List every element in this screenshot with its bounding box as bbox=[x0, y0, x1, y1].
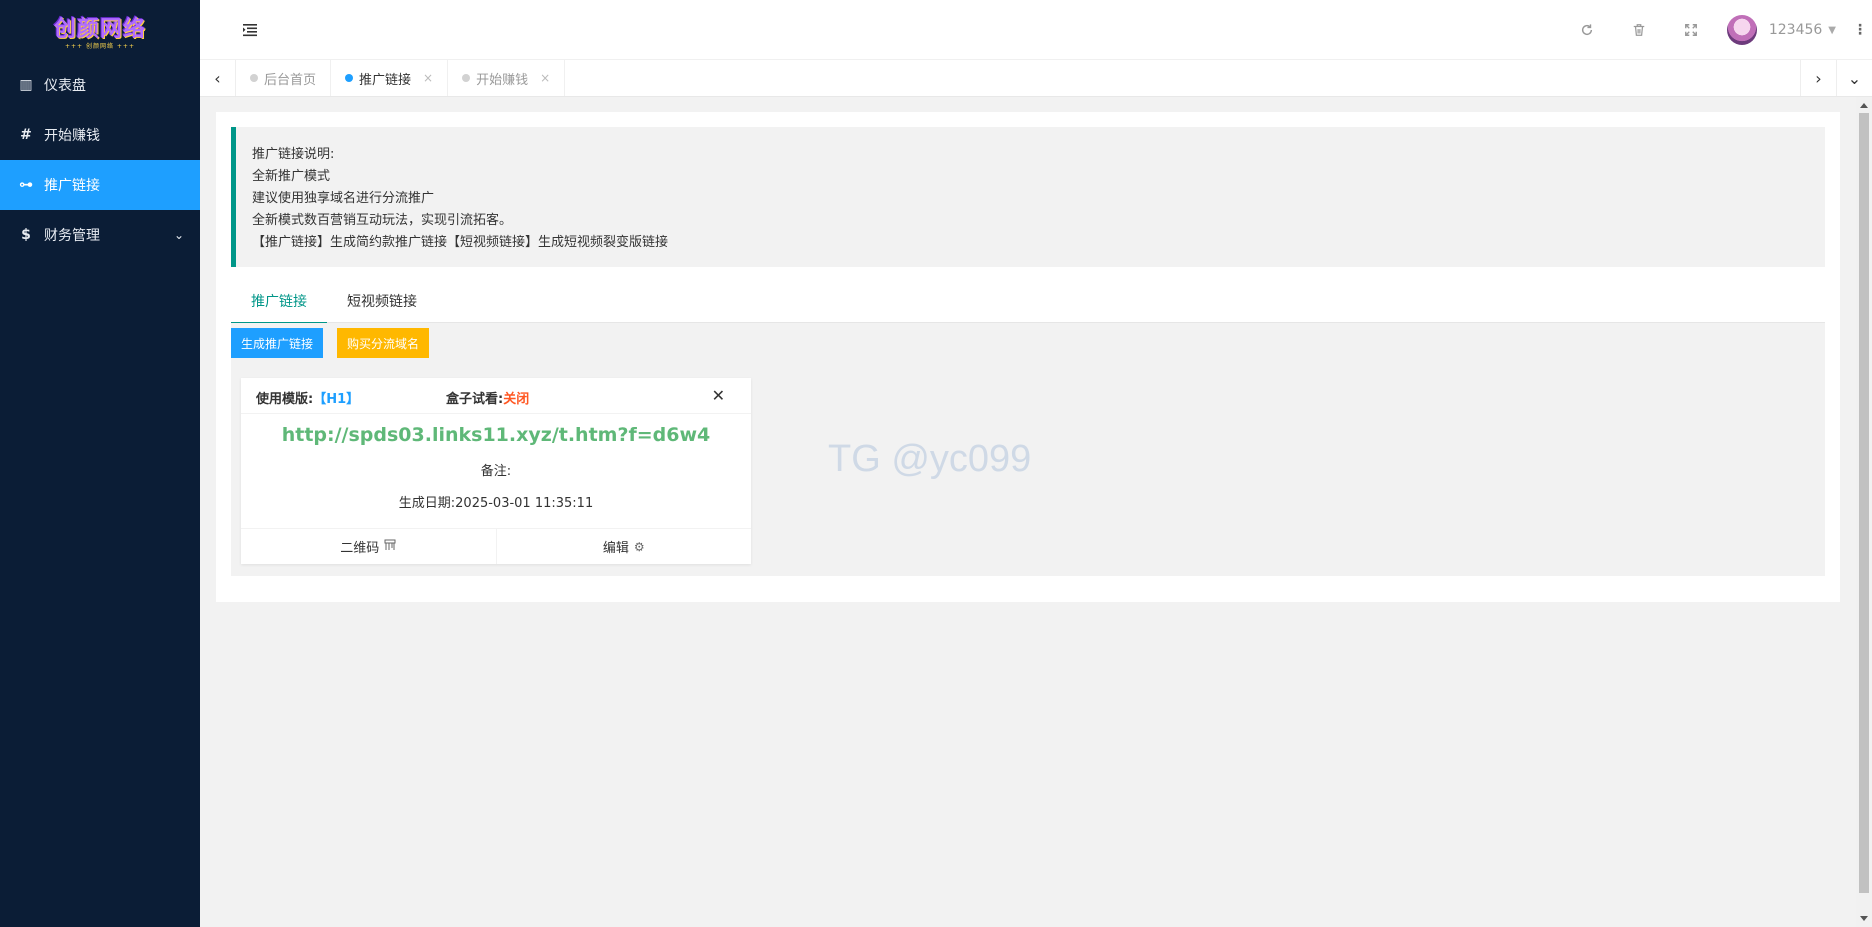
menu-toggle-icon[interactable] bbox=[240, 20, 260, 40]
logo-title: 创颜网络 bbox=[53, 15, 146, 42]
avatar bbox=[1726, 15, 1757, 45]
close-icon[interactable]: × bbox=[540, 71, 550, 85]
sidebar-item-start-earning[interactable]: # 开始赚钱 bbox=[0, 110, 200, 160]
logo-subtitle: +++ 创颜网络 +++ bbox=[65, 42, 135, 50]
template-info: 使用模版:【H1】 bbox=[256, 388, 359, 407]
box-preview-status: 关闭 bbox=[503, 392, 530, 407]
remark-label: 备注: bbox=[480, 464, 512, 479]
main-content: 推广链接说明: 全新推广模式 建议使用独享域名进行分流推广 全新模式数百营销互动… bbox=[216, 112, 1840, 602]
template-value: 【H1】 bbox=[313, 392, 360, 407]
tab-label: 后台首页 bbox=[264, 72, 317, 88]
tab-dot bbox=[345, 74, 354, 82]
page-tab-promo-links[interactable]: 推广链接 × bbox=[331, 60, 449, 96]
edit-button[interactable]: 编辑 ⚙ bbox=[495, 529, 752, 564]
user-menu[interactable]: 123456 ▼ bbox=[1717, 0, 1848, 60]
notice-box: 推广链接说明: 全新推广模式 建议使用独享域名进行分流推广 全新模式数百营销互动… bbox=[231, 127, 1825, 267]
gear-icon: ⚙ bbox=[633, 539, 645, 554]
chevron-down-icon: ⌄ bbox=[173, 228, 184, 242]
scroll-up-arrow-icon[interactable] bbox=[1860, 103, 1868, 108]
fullscreen-icon[interactable] bbox=[1665, 0, 1717, 60]
qr-code-button[interactable]: 二维码 bbox=[241, 529, 496, 564]
dollar-icon: $ bbox=[21, 227, 31, 243]
edit-label: 编辑 bbox=[602, 541, 629, 556]
sidebar-item-label: 推广链接 bbox=[44, 178, 100, 194]
notice-line: 全新模式数百营销互动玩法，实现引流拓客。 bbox=[252, 213, 513, 228]
page-tabs: 后台首页 推广链接 × 开始赚钱 × bbox=[236, 60, 566, 96]
sidebar-item-label: 开始赚钱 bbox=[44, 128, 100, 144]
sidebar-item-finance[interactable]: $ 财务管理 ⌄ bbox=[0, 210, 200, 260]
chevron-right-icon[interactable]: › bbox=[1800, 60, 1836, 96]
more-icon[interactable]: ⋮ bbox=[1848, 0, 1872, 60]
qr-code-label: 二维码 bbox=[340, 541, 380, 556]
sub-tabs: 推广链接 短视频链接 bbox=[231, 282, 1825, 324]
scroll-down-arrow-icon[interactable] bbox=[1860, 916, 1868, 921]
qr-code-icon bbox=[384, 539, 396, 554]
page-tab-home[interactable]: 后台首页 bbox=[236, 60, 332, 96]
sidebar: 创颜网络 +++ 创颜网络 +++ ▥ 仪表盘 # 开始赚钱 ⊶ 推广链接 $ … bbox=[0, 0, 200, 927]
notice-line: 建议使用独享域名进行分流推广 bbox=[252, 191, 435, 206]
page-tab-start-earning[interactable]: 开始赚钱 × bbox=[448, 60, 566, 96]
top-header: 123456 ▼ ⋮ bbox=[200, 0, 1872, 60]
box-preview-info: 盒子试看:关闭 bbox=[446, 388, 529, 407]
sidebar-item-dashboard[interactable]: ▥ 仪表盘 bbox=[0, 60, 200, 110]
sidebar-item-promo-links[interactable]: ⊶ 推广链接 bbox=[0, 160, 200, 210]
refresh-icon[interactable] bbox=[1561, 0, 1613, 60]
link-tabs-section: 推广链接 短视频链接 生成推广链接 购买分流域名 使用模版:【H1】 盒子试看:… bbox=[231, 282, 1825, 576]
tab-promo-links[interactable]: 推广链接 bbox=[231, 282, 327, 324]
sidebar-item-label: 仪表盘 bbox=[44, 78, 86, 94]
notice-line: 全新推广模式 bbox=[252, 169, 331, 184]
username: 123456 bbox=[1768, 22, 1823, 38]
box-preview-label: 盒子试看: bbox=[446, 392, 504, 407]
promo-link-url[interactable]: http://spds03.links11.xyz/t.htm?f=d6w4 bbox=[241, 424, 751, 446]
tab-dot bbox=[462, 74, 471, 82]
header-actions: 123456 ▼ ⋮ bbox=[1561, 0, 1872, 60]
close-icon[interactable]: ✕ bbox=[712, 386, 725, 405]
tab-label: 推广链接 bbox=[359, 72, 412, 88]
card-header: 使用模版:【H1】 盒子试看:关闭 ✕ bbox=[241, 378, 751, 414]
tab-label: 开始赚钱 bbox=[476, 72, 529, 88]
card-footer: 二维码 编辑 ⚙ bbox=[241, 528, 751, 564]
page-tab-bar: ‹ 后台首页 推广链接 × 开始赚钱 × › ⌄ bbox=[200, 60, 1872, 97]
building-icon: ▥ bbox=[19, 77, 33, 93]
generate-link-button[interactable]: 生成推广链接 bbox=[231, 328, 324, 358]
buy-domain-button[interactable]: 购买分流域名 bbox=[337, 328, 430, 358]
vertical-scrollbar[interactable] bbox=[1856, 97, 1872, 927]
tab-short-video-links[interactable]: 短视频链接 bbox=[327, 282, 437, 323]
generated-date: 生成日期:2025-03-01 11:35:11 bbox=[398, 496, 594, 511]
notice-line: 推广链接说明: bbox=[252, 147, 335, 162]
usb-icon: ⊶ bbox=[19, 177, 33, 193]
tab-dot bbox=[250, 74, 258, 82]
sidebar-nav: ▥ 仪表盘 # 开始赚钱 ⊶ 推广链接 $ 财务管理 ⌄ bbox=[0, 60, 200, 260]
link-card: 使用模版:【H1】 盒子试看:关闭 ✕ http://spds03.links1… bbox=[241, 378, 751, 564]
tab-panel: 生成推广链接 购买分流域名 使用模版:【H1】 盒子试看:关闭 ✕ http:/… bbox=[231, 323, 1825, 576]
chevron-down-icon[interactable]: ⌄ bbox=[1836, 60, 1872, 96]
close-icon[interactable]: × bbox=[423, 71, 433, 85]
sidebar-item-label: 财务管理 bbox=[44, 228, 100, 244]
trash-icon[interactable] bbox=[1613, 0, 1665, 60]
template-label: 使用模版: bbox=[256, 392, 314, 407]
hash-icon: # bbox=[20, 127, 32, 143]
notice-line: 【推广链接】生成简约款推广链接【短视频链接】生成短视频裂变版链接 bbox=[252, 235, 669, 250]
chevron-left-icon[interactable]: ‹ bbox=[200, 60, 236, 96]
scroll-thumb[interactable] bbox=[1859, 113, 1869, 893]
caret-down-icon: ▼ bbox=[1828, 24, 1836, 36]
logo[interactable]: 创颜网络 +++ 创颜网络 +++ bbox=[0, 0, 200, 60]
